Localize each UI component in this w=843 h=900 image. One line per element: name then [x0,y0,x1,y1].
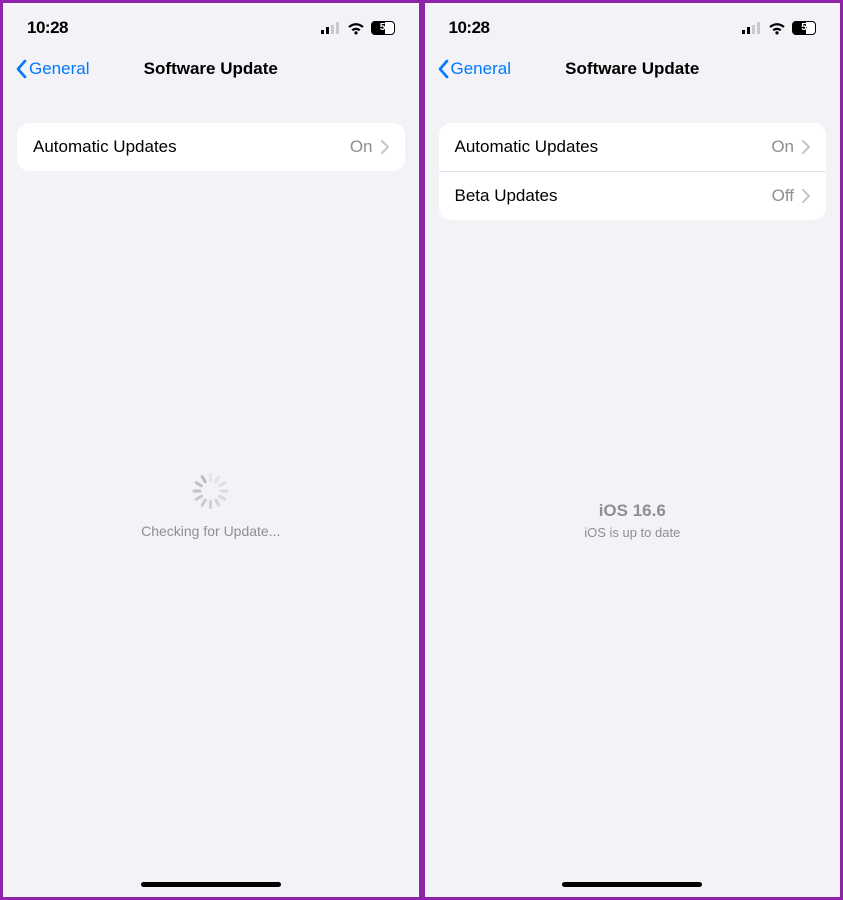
version-status: iOS 16.6 iOS is up to date [425,501,841,540]
page-title: Software Update [565,59,699,79]
chevron-left-icon [437,59,449,79]
ios-version: iOS 16.6 [599,501,666,521]
checking-text: Checking for Update... [141,523,280,539]
status-time: 10:28 [27,18,68,38]
battery-icon: 5 [371,21,395,35]
navigation-header: General Software Update [3,49,419,93]
row-label: Automatic Updates [455,137,772,157]
page-title: Software Update [144,59,278,79]
home-indicator[interactable] [141,882,281,887]
spinner-icon [193,473,229,509]
phone-screen-uptodate: 10:28 5 General Software Update Automati… [422,0,843,900]
back-label: General [451,59,511,79]
chevron-right-icon [381,140,389,154]
status-icons: 5 [742,21,816,35]
checking-status: Checking for Update... [3,473,419,539]
uptodate-text: iOS is up to date [584,525,680,540]
automatic-updates-row[interactable]: Automatic Updates On [17,123,405,171]
home-indicator[interactable] [562,882,702,887]
chevron-right-icon [802,140,810,154]
beta-updates-row[interactable]: Beta Updates Off [439,171,827,220]
settings-list: Automatic Updates On Beta Updates Off [439,123,827,220]
wifi-icon [768,22,786,35]
row-label: Beta Updates [455,186,772,206]
row-value: On [350,137,373,157]
row-value: On [771,137,794,157]
automatic-updates-row[interactable]: Automatic Updates On [439,123,827,171]
cellular-signal-icon [321,22,341,34]
content-area: Automatic Updates On [3,123,419,171]
status-icons: 5 [321,21,395,35]
settings-list: Automatic Updates On [17,123,405,171]
chevron-left-icon [15,59,27,79]
phone-screen-checking: 10:28 5 General Software Update Automati… [0,0,422,900]
status-time: 10:28 [449,18,490,38]
row-value: Off [772,186,794,206]
row-label: Automatic Updates [33,137,350,157]
content-area: Automatic Updates On Beta Updates Off [425,123,841,220]
navigation-header: General Software Update [425,49,841,93]
battery-icon: 5 [792,21,816,35]
status-bar: 10:28 5 [425,3,841,49]
chevron-right-icon [802,189,810,203]
back-button[interactable]: General [437,59,511,79]
wifi-icon [347,22,365,35]
back-label: General [29,59,89,79]
back-button[interactable]: General [15,59,89,79]
cellular-signal-icon [742,22,762,34]
status-bar: 10:28 5 [3,3,419,49]
